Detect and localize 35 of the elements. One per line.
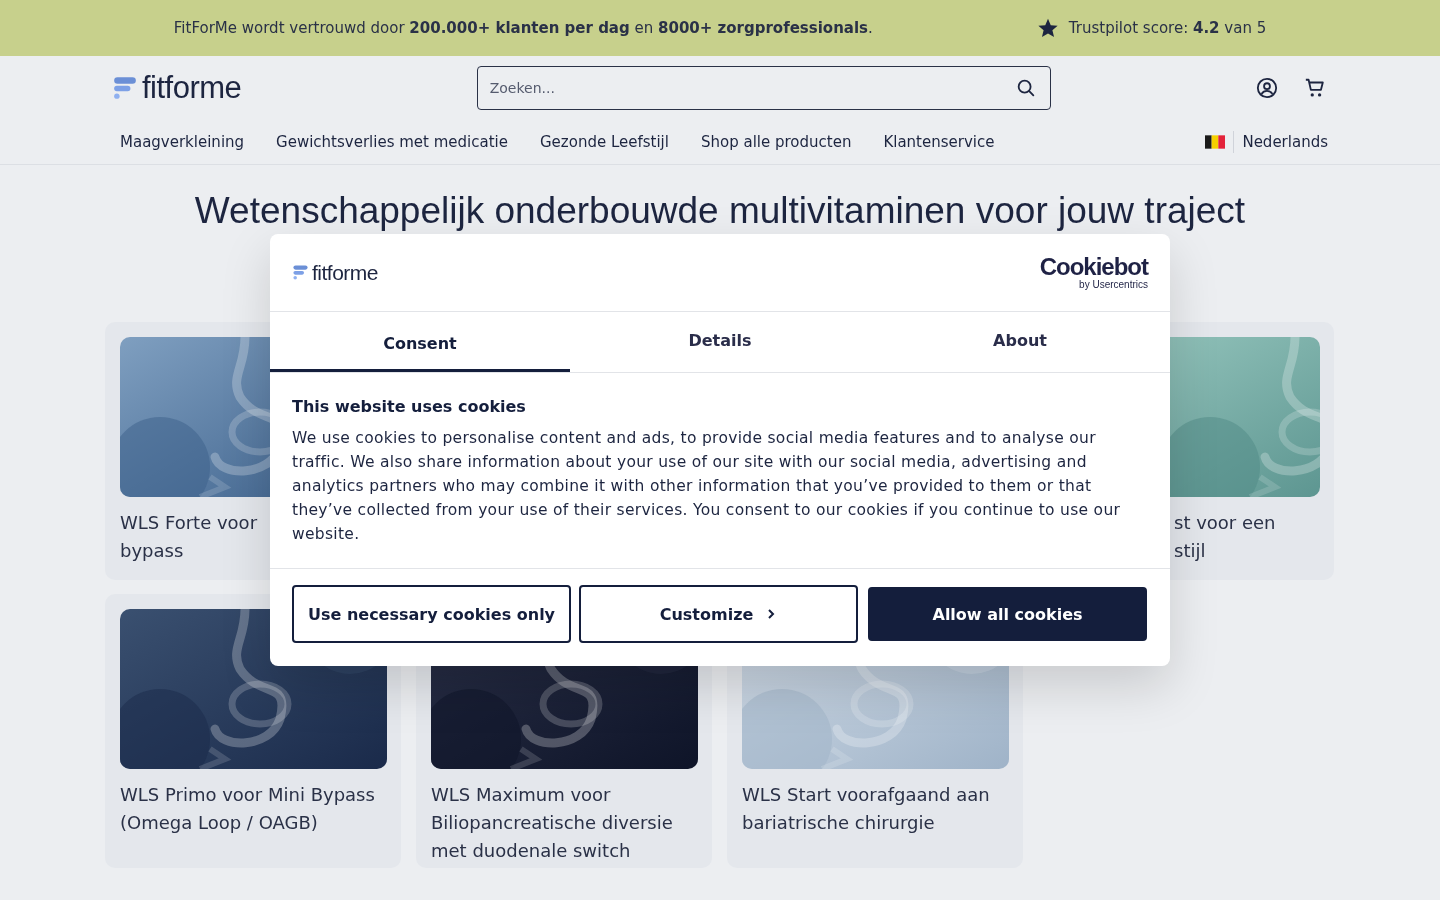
logo-icon — [112, 75, 138, 101]
product-title[interactable]: stijl — [1174, 537, 1206, 565]
nav-link[interactable]: Gezonde Leefstijl — [540, 133, 669, 151]
language-selector[interactable]: Nederlands — [1242, 133, 1328, 151]
logo-text[interactable]: fitforme — [142, 70, 242, 106]
trustpilot-score: Trustpilot score: 4.2 van 5 — [1068, 19, 1267, 37]
allow-all-button[interactable]: Allow all cookies — [868, 587, 1147, 641]
product-title[interactable]: bypass — [120, 537, 184, 565]
nav-link[interactable]: Maagverkleining — [120, 133, 245, 151]
necessary-only-button[interactable]: Use necessary cookies only — [292, 585, 571, 643]
product-title[interactable]: WLS Forte voor — [120, 509, 258, 537]
nav-link[interactable]: Gewichtsverlies met medicatie — [276, 133, 508, 151]
product-title[interactable]: WLS Start voorafgaand aan bariatrische chirurgie — [742, 781, 1008, 837]
search-field[interactable]: Zoeken... — [476, 66, 1051, 110]
dialog-text: We use cookies to personalise content and ads, to provide social media features and to analyse our traffic. We also share information about your use of our site with our social media, advertising and analytics partners who may combine it with other information that you’ve provided to them or that they’ve collected from your use of their services. You consent to our cookies if you continue to use our website. — [292, 428, 1122, 545]
page-heading: Wetenschappelijk onderbouwde multivitaminen voor jouw traject — [193, 189, 1247, 233]
product-title[interactable]: WLS Maximum voor Biliopancreatische diversie met duodenale switch — [431, 781, 697, 865]
nav-link[interactable]: Klantenservice — [883, 133, 995, 151]
dialog-tab[interactable]: Details — [570, 312, 870, 372]
cookiebot-byline: by Usercentrics — [1079, 279, 1148, 290]
logo-icon — [292, 264, 309, 281]
trust-text: FitForMe wordt vertrouwd door 200.000+ klanten per dag en 8000+ zorgprofessionals. — [173, 19, 873, 37]
dialog-title: This website uses cookies — [292, 397, 526, 416]
cart-icon[interactable] — [1304, 77, 1326, 99]
customize-button[interactable]: Customize — [579, 585, 858, 643]
cookiebot-logo: Cookiebot — [1039, 255, 1148, 279]
dialog-tab[interactable]: About — [870, 312, 1170, 372]
account-icon[interactable] — [1256, 77, 1278, 99]
dialog-tab[interactable]: Consent — [270, 312, 570, 372]
flag-icon — [1205, 135, 1226, 149]
product-title[interactable]: WLS Primo voor Mini Bypass (Omega Loop / OAGB) — [120, 781, 386, 837]
star-icon — [1036, 17, 1059, 39]
product-title[interactable]: st voor een — [1174, 509, 1276, 537]
logo-text: fitforme — [312, 260, 378, 285]
nav-link[interactable]: Shop alle producten — [700, 133, 852, 151]
